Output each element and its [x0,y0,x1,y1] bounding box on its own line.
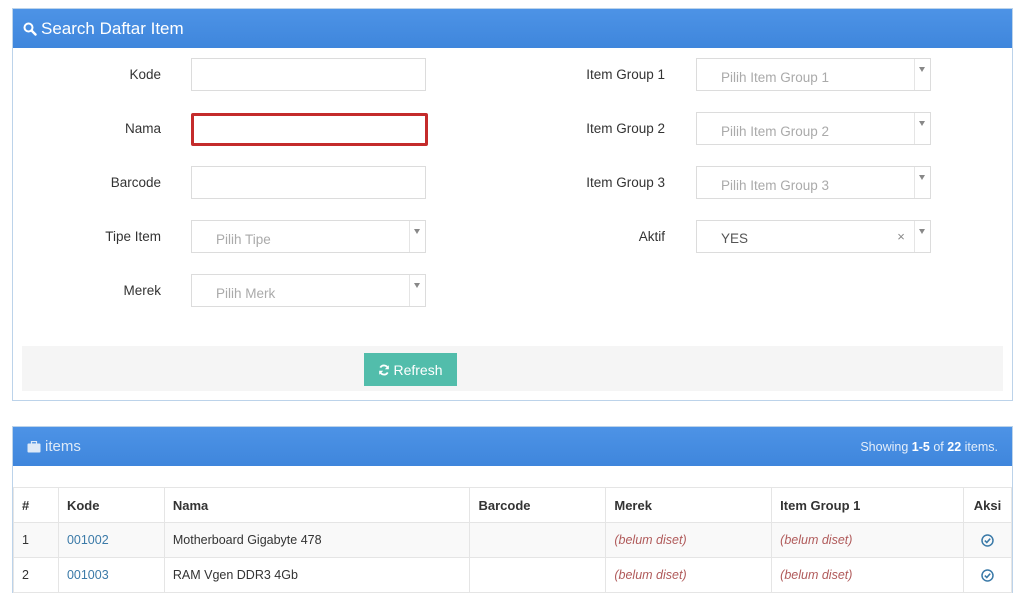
items-panel-heading: items Showing 1-5 of 22 items. [13,427,1012,466]
item-group-2-label: Item Group 2 [586,121,665,136]
barcode-input-wrapper [191,166,426,199]
table-header-row: # Kode Nama Barcode Merek Item Group 1 A… [13,487,1012,523]
chevron-down-icon[interactable] [914,167,930,198]
row-nama: Motherboard Gigabyte 478 [163,522,471,558]
row-kode-cell: 001003 [57,557,165,593]
summary-of: of [933,439,944,454]
column-header-nama[interactable]: Nama [163,487,471,523]
nama-input-wrapper [191,113,428,146]
table-row: 2 001003 RAM Vgen DDR3 4Gb (belum diset)… [13,557,1012,593]
merek-placeholder: Pilih Merk [216,285,276,301]
column-header-barcode[interactable]: Barcode [469,487,607,523]
check-circle-icon[interactable] [981,569,994,582]
row-aksi-cell [962,522,1012,558]
row-kode-link[interactable]: 001002 [67,533,109,547]
row-nama: RAM Vgen DDR3 4Gb [163,557,471,593]
kode-input[interactable] [192,59,425,90]
column-header-kode[interactable]: Kode [57,487,165,523]
items-panel-title: items [45,438,81,455]
items-panel: items Showing 1-5 of 22 items. # Kode Na… [12,426,1013,593]
row-aksi-cell [962,557,1012,593]
nama-input[interactable] [194,116,425,143]
row-item-group-1: (belum diset) [771,522,964,558]
table-row: 1 001002 Motherboard Gigabyte 478 (belum… [13,522,1012,558]
item-group-3-placeholder: Pilih Item Group 3 [721,177,830,193]
clear-icon[interactable]: × [894,229,908,244]
item-group-2-placeholder: Pilih Item Group 2 [721,123,830,139]
check-circle-icon[interactable] [981,534,994,547]
items-table: # Kode Nama Barcode Merek Item Group 1 A… [13,487,1012,593]
chevron-down-icon[interactable] [914,113,930,144]
row-barcode [469,522,607,558]
item-group-2-select[interactable]: Pilih Item Group 2 [696,112,931,145]
row-merek: (belum diset) [605,557,773,593]
row-kode-link[interactable]: 001003 [67,568,109,582]
barcode-label: Barcode [110,175,161,190]
chevron-down-icon[interactable] [409,221,425,252]
tipe-item-placeholder: Pilih Tipe [216,231,271,247]
item-group-1-select[interactable]: Pilih Item Group 1 [696,58,931,91]
summary-range: 1-5 [911,439,930,454]
search-panel-heading: Search Daftar Item [13,9,1012,48]
merek-label: Merek [123,283,161,298]
item-group-3-select[interactable]: Pilih Item Group 3 [696,166,931,199]
search-panel: Search Daftar Item Kode Nama Barcode Tip… [12,8,1013,401]
refresh-button-label: Refresh [393,361,443,378]
summary-total: 22 [947,439,962,454]
aktif-label: Aktif [638,229,665,244]
chevron-down-icon[interactable] [914,59,930,90]
column-header-number[interactable]: # [13,487,59,523]
kode-input-wrapper [191,58,426,91]
chevron-down-icon[interactable] [914,221,930,252]
summary-suffix: items. [964,439,998,454]
column-header-merek[interactable]: Merek [605,487,773,523]
refresh-icon [379,364,390,375]
search-icon [23,22,37,36]
chevron-down-icon[interactable] [409,275,425,306]
item-group-1-placeholder: Pilih Item Group 1 [721,69,830,85]
search-action-bar: Refresh [22,346,1003,391]
column-header-item-group-1[interactable]: Item Group 1 [771,487,964,523]
barcode-input[interactable] [192,167,425,198]
row-kode-cell: 001002 [57,522,165,558]
item-group-1-label: Item Group 1 [586,67,665,82]
row-item-group-1: (belum diset) [771,557,964,593]
summary-prefix: Showing [860,439,909,454]
briefcase-icon [27,440,41,452]
nama-label: Nama [124,121,161,136]
row-number: 1 [13,522,59,558]
merek-select[interactable]: Pilih Merk [191,274,426,307]
pagination-summary: Showing 1-5 of 22 items. [860,440,998,454]
row-barcode [469,557,607,593]
tipe-item-label: Tipe Item [105,229,161,244]
kode-label: Kode [129,67,161,82]
column-header-aksi: Aksi [962,487,1012,523]
row-merek: (belum diset) [605,522,773,558]
row-number: 2 [13,557,59,593]
search-panel-title: Search Daftar Item [41,19,184,38]
tipe-item-select[interactable]: Pilih Tipe [191,220,426,253]
aktif-select[interactable]: YES × [696,220,931,253]
item-group-3-label: Item Group 3 [586,175,665,190]
refresh-button[interactable]: Refresh [364,353,457,386]
aktif-value: YES [721,231,749,246]
